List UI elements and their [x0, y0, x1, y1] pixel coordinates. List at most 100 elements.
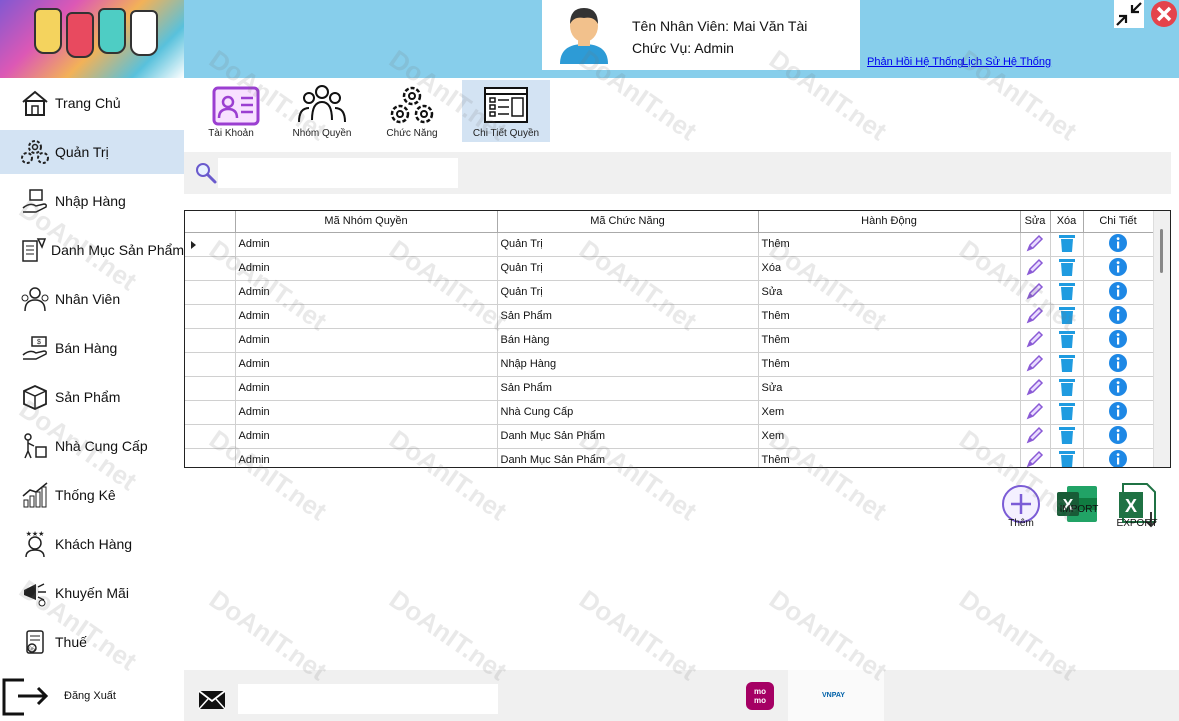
- export-button[interactable]: X EXPORT: [1113, 482, 1161, 530]
- mail-icon[interactable]: [198, 690, 226, 710]
- info-icon[interactable]: [1108, 449, 1128, 467]
- sidebar-item-tax[interactable]: % Thuế: [0, 620, 184, 664]
- pencil-icon[interactable]: [1025, 329, 1045, 352]
- delete-cell[interactable]: [1050, 400, 1084, 425]
- group-code-cell[interactable]: Admin: [235, 448, 498, 467]
- function-code-cell[interactable]: Bán Hàng: [497, 328, 759, 353]
- edit-cell[interactable]: [1020, 352, 1051, 377]
- sidebar-item-product[interactable]: Sản Phẩm: [0, 375, 184, 419]
- action-cell[interactable]: Thêm: [758, 304, 1021, 329]
- sidebar-item-sales[interactable]: $ Bán Hàng: [0, 326, 184, 370]
- sidebar-item-statistics[interactable]: Thống Kê: [0, 473, 184, 517]
- table-row[interactable]: Admin Quản Trị Thêm: [185, 232, 1154, 257]
- row-header[interactable]: [185, 256, 236, 281]
- delete-cell[interactable]: [1050, 232, 1084, 257]
- function-code-cell[interactable]: Quản Trị: [497, 232, 759, 257]
- trash-icon[interactable]: [1058, 305, 1076, 328]
- edit-cell[interactable]: [1020, 328, 1051, 353]
- close-button[interactable]: [1148, 0, 1179, 28]
- info-icon[interactable]: [1108, 401, 1128, 424]
- sidebar-item-supplier[interactable]: Nhà Cung Cấp: [0, 424, 184, 468]
- action-cell[interactable]: Thêm: [758, 448, 1021, 467]
- momo-payment-button[interactable]: mo mo: [746, 682, 774, 710]
- logout-button[interactable]: Đăng Xuất: [0, 672, 184, 720]
- vnpay-payment-button[interactable]: VNPAY: [788, 670, 884, 721]
- edit-cell[interactable]: [1020, 280, 1051, 305]
- info-icon[interactable]: [1108, 425, 1128, 448]
- pencil-icon[interactable]: [1025, 425, 1045, 448]
- delete-cell[interactable]: [1050, 352, 1084, 377]
- table-row[interactable]: Admin Nhà Cung Cấp Xem: [185, 400, 1154, 425]
- pencil-icon[interactable]: [1025, 353, 1045, 376]
- row-header[interactable]: [185, 400, 236, 425]
- delete-cell[interactable]: [1050, 280, 1084, 305]
- delete-cell[interactable]: [1050, 256, 1084, 281]
- column-header[interactable]: Sửa: [1020, 211, 1051, 233]
- table-row[interactable]: Admin Nhập Hàng Thêm: [185, 352, 1154, 377]
- table-row[interactable]: Admin Sản Phẩm Sửa: [185, 376, 1154, 401]
- row-header[interactable]: [185, 232, 236, 257]
- info-icon[interactable]: [1108, 233, 1128, 256]
- pencil-icon[interactable]: [1025, 401, 1045, 424]
- delete-cell[interactable]: [1050, 424, 1084, 449]
- search-icon[interactable]: [194, 161, 218, 185]
- group-code-cell[interactable]: Admin: [235, 232, 498, 257]
- detail-cell[interactable]: [1083, 328, 1154, 353]
- function-code-cell[interactable]: Quản Trị: [497, 280, 759, 305]
- row-header[interactable]: [185, 352, 236, 377]
- group-code-cell[interactable]: Admin: [235, 424, 498, 449]
- action-cell[interactable]: Thêm: [758, 328, 1021, 353]
- info-icon[interactable]: [1108, 329, 1128, 352]
- pencil-icon[interactable]: [1025, 281, 1045, 304]
- pencil-icon[interactable]: [1025, 449, 1045, 468]
- info-icon[interactable]: [1108, 281, 1128, 304]
- action-cell[interactable]: Xem: [758, 400, 1021, 425]
- function-code-cell[interactable]: Sản Phẩm: [497, 376, 759, 401]
- import-button[interactable]: X IMPORT: [1053, 482, 1101, 530]
- sidebar-item-customer[interactable]: ★★★ Khách Hàng: [0, 522, 184, 566]
- tab-function[interactable]: Chức Năng: [368, 80, 456, 142]
- table-row[interactable]: Admin Quản Trị Xóa: [185, 256, 1154, 281]
- pencil-icon[interactable]: [1025, 257, 1045, 280]
- trash-icon[interactable]: [1058, 329, 1076, 352]
- sidebar-item-employee[interactable]: Nhân Viên: [0, 277, 184, 321]
- action-cell[interactable]: Xóa: [758, 256, 1021, 281]
- minimize-button[interactable]: [1114, 0, 1144, 28]
- column-header[interactable]: Xóa: [1050, 211, 1084, 233]
- pencil-icon[interactable]: [1025, 305, 1045, 328]
- group-code-cell[interactable]: Admin: [235, 256, 498, 281]
- vertical-scrollbar[interactable]: [1153, 211, 1170, 467]
- info-icon[interactable]: [1108, 377, 1128, 400]
- trash-icon[interactable]: [1058, 257, 1076, 280]
- function-code-cell[interactable]: Danh Mục Sản Phẩm: [497, 424, 759, 449]
- edit-cell[interactable]: [1020, 376, 1051, 401]
- edit-cell[interactable]: [1020, 424, 1051, 449]
- trash-icon[interactable]: [1058, 377, 1076, 400]
- action-cell[interactable]: Xem: [758, 424, 1021, 449]
- sidebar-item-category[interactable]: Danh Mục Sản Phẩm: [0, 228, 184, 272]
- feedback-link[interactable]: Phản Hồi Hệ Thống: [867, 56, 963, 68]
- pencil-icon[interactable]: [1025, 377, 1045, 400]
- column-header[interactable]: Chi Tiết: [1083, 211, 1154, 233]
- action-cell[interactable]: Sửa: [758, 280, 1021, 305]
- group-code-cell[interactable]: Admin: [235, 376, 498, 401]
- detail-cell[interactable]: [1083, 256, 1154, 281]
- table-row[interactable]: Admin Danh Mục Sản Phẩm Thêm: [185, 448, 1154, 468]
- column-header[interactable]: Mã Chức Năng: [497, 211, 759, 233]
- row-header[interactable]: [185, 376, 236, 401]
- delete-cell[interactable]: [1050, 376, 1084, 401]
- detail-cell[interactable]: [1083, 424, 1154, 449]
- action-cell[interactable]: Sửa: [758, 376, 1021, 401]
- info-icon[interactable]: [1108, 353, 1128, 376]
- pencil-icon[interactable]: [1025, 233, 1045, 256]
- row-header[interactable]: [185, 448, 236, 467]
- trash-icon[interactable]: [1058, 425, 1076, 448]
- table-row[interactable]: Admin Sản Phẩm Thêm: [185, 304, 1154, 329]
- edit-cell[interactable]: [1020, 304, 1051, 329]
- delete-cell[interactable]: [1050, 304, 1084, 329]
- sidebar-item-home[interactable]: Trang Chủ: [0, 81, 184, 125]
- trash-icon[interactable]: [1058, 233, 1076, 256]
- trash-icon[interactable]: [1058, 281, 1076, 304]
- column-header[interactable]: Hành Động: [758, 211, 1021, 233]
- tab-permission-detail[interactable]: Chi Tiết Quyền: [462, 80, 550, 142]
